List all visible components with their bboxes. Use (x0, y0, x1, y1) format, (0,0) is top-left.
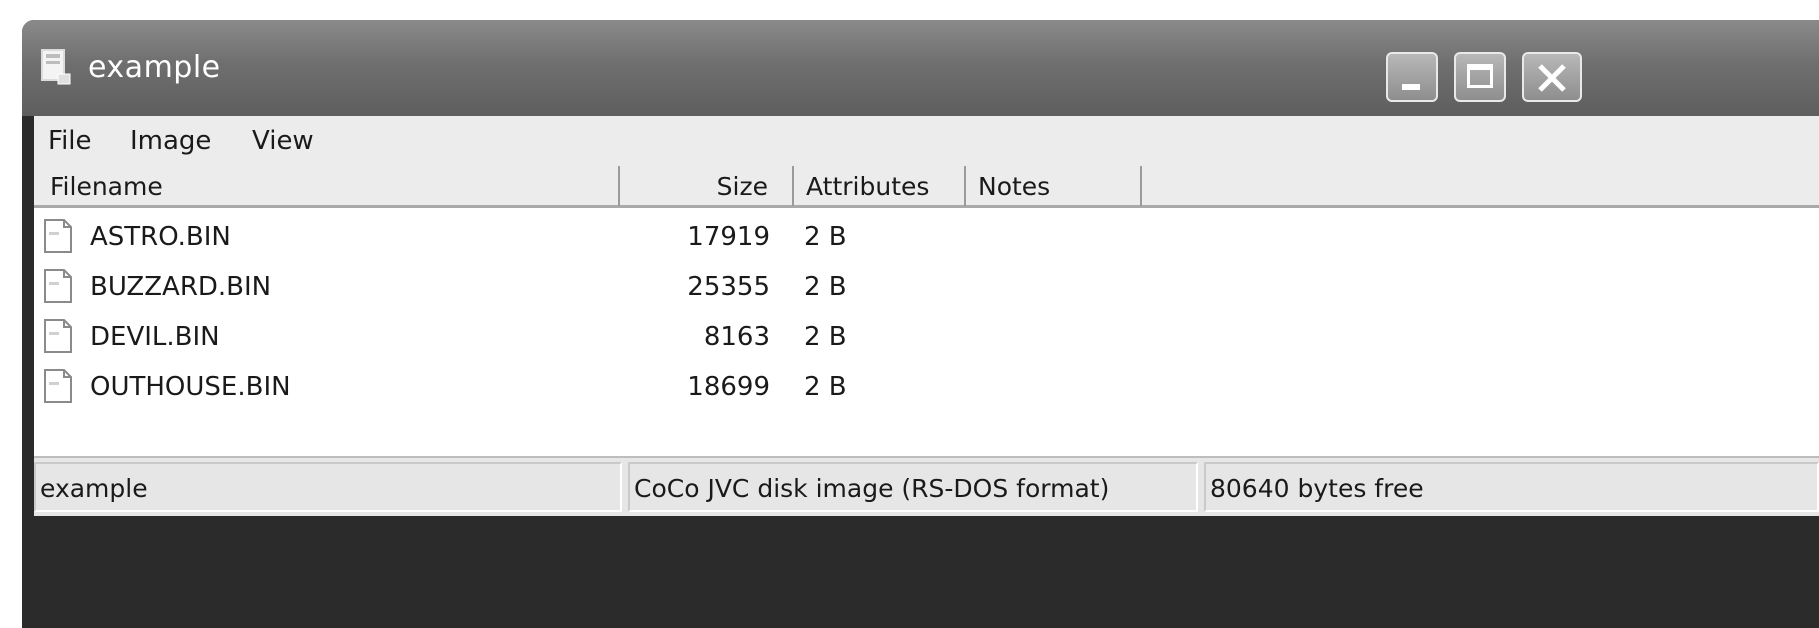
column-header-attributes[interactable]: Attributes (806, 172, 929, 201)
app-window: example File Image View Filename Size At… (22, 20, 1819, 628)
menu-view[interactable]: View (252, 126, 314, 156)
column-header-filename[interactable]: Filename (50, 172, 163, 201)
status-free-space: 80640 bytes free (1204, 462, 1819, 512)
status-image-name: example (34, 462, 622, 512)
column-header-notes[interactable]: Notes (978, 172, 1050, 201)
file-attributes: 2 B (804, 322, 847, 352)
file-size: 18699 (687, 372, 770, 402)
file-icon (42, 368, 74, 404)
file-size: 17919 (687, 222, 770, 252)
menu-image[interactable]: Image (130, 126, 211, 156)
file-size: 25355 (687, 272, 770, 302)
file-size: 8163 (703, 322, 770, 352)
file-row[interactable]: OUTHOUSE.BIN 18699 2 B (34, 362, 1819, 410)
file-icon (42, 318, 74, 354)
column-header-size[interactable]: Size (608, 172, 768, 201)
menu-bar: File Image View (34, 116, 1819, 162)
disk-document-icon[interactable] (40, 48, 74, 86)
file-name: OUTHOUSE.BIN (90, 372, 291, 402)
file-name: DEVIL.BIN (90, 322, 220, 352)
column-divider[interactable] (964, 166, 966, 206)
window-title: example (88, 50, 221, 85)
file-name: ASTRO.BIN (90, 222, 231, 252)
file-name: BUZZARD.BIN (90, 272, 272, 302)
column-divider[interactable] (1140, 166, 1142, 206)
maximize-button[interactable] (1454, 52, 1506, 102)
column-divider[interactable] (792, 166, 794, 206)
file-row[interactable]: DEVIL.BIN 8163 2 B (34, 312, 1819, 360)
column-header-row: Filename Size Attributes Notes (34, 162, 1819, 208)
file-attributes: 2 B (804, 372, 847, 402)
file-attributes: 2 B (804, 272, 847, 302)
menu-file[interactable]: File (48, 126, 92, 156)
status-format: CoCo JVC disk image (RS-DOS format) (628, 462, 1198, 512)
file-list[interactable]: Filename Size Attributes Notes ASTRO.BIN… (34, 162, 1819, 478)
file-icon (42, 218, 74, 254)
status-bar: example CoCo JVC disk image (RS-DOS form… (34, 456, 1819, 516)
minimize-button[interactable] (1386, 52, 1438, 102)
file-icon (42, 268, 74, 304)
close-button[interactable] (1522, 52, 1582, 102)
file-row[interactable]: ASTRO.BIN 17919 2 B (34, 212, 1819, 260)
file-row[interactable]: BUZZARD.BIN 25355 2 B (34, 262, 1819, 310)
title-bar[interactable]: example (22, 20, 1819, 116)
file-attributes: 2 B (804, 222, 847, 252)
